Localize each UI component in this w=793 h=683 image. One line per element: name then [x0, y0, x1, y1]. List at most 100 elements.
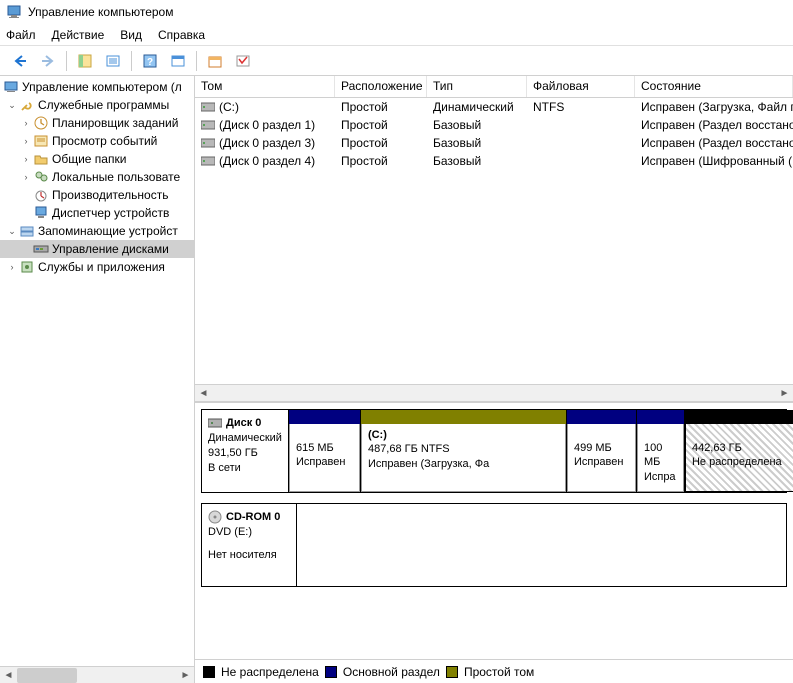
- partition[interactable]: 442,63 ГБНе распределена: [685, 410, 793, 492]
- vol-name: (C:): [219, 100, 239, 114]
- cdrom-title: CD-ROM 0: [226, 510, 280, 525]
- tree-group-tools[interactable]: ⌄ Служебные программы: [0, 96, 194, 114]
- disk-info: Диск 0 Динамический 931,50 ГБ В сети: [202, 410, 289, 492]
- tree-item[interactable]: › Планировщик заданий: [0, 114, 194, 132]
- expand-icon[interactable]: ›: [20, 153, 32, 165]
- expand-icon[interactable]: ›: [20, 135, 32, 147]
- menu-view[interactable]: Вид: [120, 28, 142, 42]
- partition[interactable]: 615 МБИсправен: [289, 410, 361, 492]
- collapse-icon[interactable]: ⌄: [6, 225, 18, 237]
- partition-body: (C:)487,68 ГБ NTFSИсправен (Загрузка, Фа: [361, 424, 566, 492]
- disk-map-panel: Диск 0 Динамический 931,50 ГБ В сети 615…: [195, 403, 793, 683]
- expand-icon[interactable]: [20, 207, 32, 219]
- col-fs[interactable]: Файловая система: [527, 76, 635, 97]
- volume-row[interactable]: (Диск 0 раздел 3)ПростойБазовыйИсправен …: [195, 134, 793, 152]
- col-type[interactable]: Тип: [427, 76, 527, 97]
- expand-icon[interactable]: ›: [6, 261, 18, 273]
- volume-row[interactable]: (Диск 0 раздел 1)ПростойБазовыйИсправен …: [195, 116, 793, 134]
- vol-status: Исправен (Загрузка, Файл под: [635, 100, 793, 114]
- volume-icon: [201, 156, 215, 166]
- scroll-right-icon[interactable]: ►: [177, 667, 194, 683]
- tree-item[interactable]: › Локальные пользовате: [0, 168, 194, 186]
- disk-mgmt-icon: [33, 241, 49, 257]
- disk-info: CD-ROM 0 DVD (E:) Нет носителя: [202, 504, 297, 586]
- partition-body: 442,63 ГБНе распределена: [685, 424, 793, 492]
- tree-root[interactable]: Управление компьютером (л: [0, 78, 194, 96]
- list-button[interactable]: [231, 49, 255, 73]
- partition-header: [289, 410, 360, 424]
- collapse-icon[interactable]: ⌄: [6, 99, 18, 111]
- tree-item-disk-mgmt[interactable]: Управление дисками: [0, 240, 194, 258]
- scroll-thumb[interactable]: [17, 668, 77, 683]
- tree-hscrollbar[interactable]: ◄ ►: [0, 666, 194, 683]
- partition[interactable]: 499 МБИсправен: [567, 410, 637, 492]
- tree-item-icon: [33, 151, 49, 167]
- properties-button[interactable]: [101, 49, 125, 73]
- nav-forward-button[interactable]: [36, 49, 60, 73]
- expand-icon[interactable]: ›: [20, 171, 32, 183]
- col-layout[interactable]: Расположение: [335, 76, 427, 97]
- expand-icon[interactable]: [20, 189, 32, 201]
- partition[interactable]: (C:)487,68 ГБ NTFSИсправен (Загрузка, Фа: [361, 410, 567, 492]
- menu-help[interactable]: Справка: [158, 28, 205, 42]
- legend-swatch-simple: [446, 666, 458, 678]
- disk-row-cdrom[interactable]: CD-ROM 0 DVD (E:) Нет носителя: [201, 503, 787, 587]
- partition[interactable]: 100 МБИспра: [637, 410, 685, 492]
- scroll-right-icon[interactable]: ►: [776, 385, 793, 402]
- col-volume[interactable]: Том: [195, 76, 335, 97]
- tree-item-icon: [33, 115, 49, 131]
- volume-list: Том Расположение Тип Файловая система Со…: [195, 76, 793, 403]
- legend: Не распределена Основной раздел Простой …: [195, 659, 793, 683]
- vol-name: (Диск 0 раздел 3): [219, 136, 315, 150]
- tree-label: Просмотр событий: [52, 134, 157, 148]
- tree-label: Локальные пользовате: [52, 170, 180, 184]
- tree-label: Планировщик заданий: [52, 116, 178, 130]
- help-button[interactable]: ?: [138, 49, 162, 73]
- tree-label: Производительность: [52, 188, 168, 202]
- tree-item-icon: [33, 133, 49, 149]
- volume-header: Том Расположение Тип Файловая система Со…: [195, 76, 793, 98]
- expand-icon[interactable]: ›: [20, 117, 32, 129]
- tree-item[interactable]: Производительность: [0, 186, 194, 204]
- menu-action[interactable]: Действие: [52, 28, 105, 42]
- tree-item-icon: [33, 187, 49, 203]
- vol-type: Базовый: [427, 154, 527, 168]
- tree-item[interactable]: ›Общие папки: [0, 150, 194, 168]
- tree-item[interactable]: › Просмотр событий: [0, 132, 194, 150]
- cdrom-sub: DVD (E:): [208, 525, 290, 540]
- part-status: Испра: [644, 470, 677, 484]
- col-status[interactable]: Состояние: [635, 76, 793, 97]
- legend-swatch-unalloc: [203, 666, 215, 678]
- show-hide-tree-button[interactable]: [73, 49, 97, 73]
- settings-button[interactable]: [203, 49, 227, 73]
- scroll-left-icon[interactable]: ◄: [0, 667, 17, 683]
- tree-panel: Управление компьютером (л ⌄ Служебные пр…: [0, 76, 195, 683]
- menu-file[interactable]: Файл: [6, 28, 36, 42]
- scroll-left-icon[interactable]: ◄: [195, 385, 212, 402]
- tree-group-storage[interactable]: ⌄ Запоминающие устройст: [0, 222, 194, 240]
- vol-layout: Простой: [335, 136, 427, 150]
- vol-layout: Простой: [335, 154, 427, 168]
- tree-group-services[interactable]: › Службы и приложения: [0, 258, 194, 276]
- tree-label: Службы и приложения: [38, 260, 165, 274]
- tree-item[interactable]: Диспетчер устройств: [0, 204, 194, 222]
- vol-name: (Диск 0 раздел 1): [219, 118, 315, 132]
- disk-row-disk0[interactable]: Диск 0 Динамический 931,50 ГБ В сети 615…: [201, 409, 787, 493]
- disk-icon: [208, 417, 222, 429]
- app-icon: [6, 4, 22, 20]
- part-label: (C:): [368, 428, 559, 442]
- volume-row[interactable]: (C:)ПростойДинамическийNTFSИсправен (Заг…: [195, 98, 793, 116]
- content-panel: Том Расположение Тип Файловая система Со…: [195, 76, 793, 683]
- disk-area: Диск 0 Динамический 931,50 ГБ В сети 615…: [195, 403, 793, 659]
- svg-text:?: ?: [147, 57, 153, 68]
- titlebar: Управление компьютером: [0, 0, 793, 24]
- volume-hscrollbar[interactable]: ◄ ►: [195, 384, 793, 401]
- tree-label: Запоминающие устройст: [38, 224, 178, 238]
- vol-name: (Диск 0 раздел 4): [219, 154, 315, 168]
- refresh-button[interactable]: [166, 49, 190, 73]
- volume-row[interactable]: (Диск 0 раздел 4)ПростойБазовыйИсправен …: [195, 152, 793, 170]
- vol-type: Базовый: [427, 118, 527, 132]
- cdrom-state: Нет носителя: [208, 548, 290, 563]
- nav-back-button[interactable]: [8, 49, 32, 73]
- window-title: Управление компьютером: [28, 5, 173, 19]
